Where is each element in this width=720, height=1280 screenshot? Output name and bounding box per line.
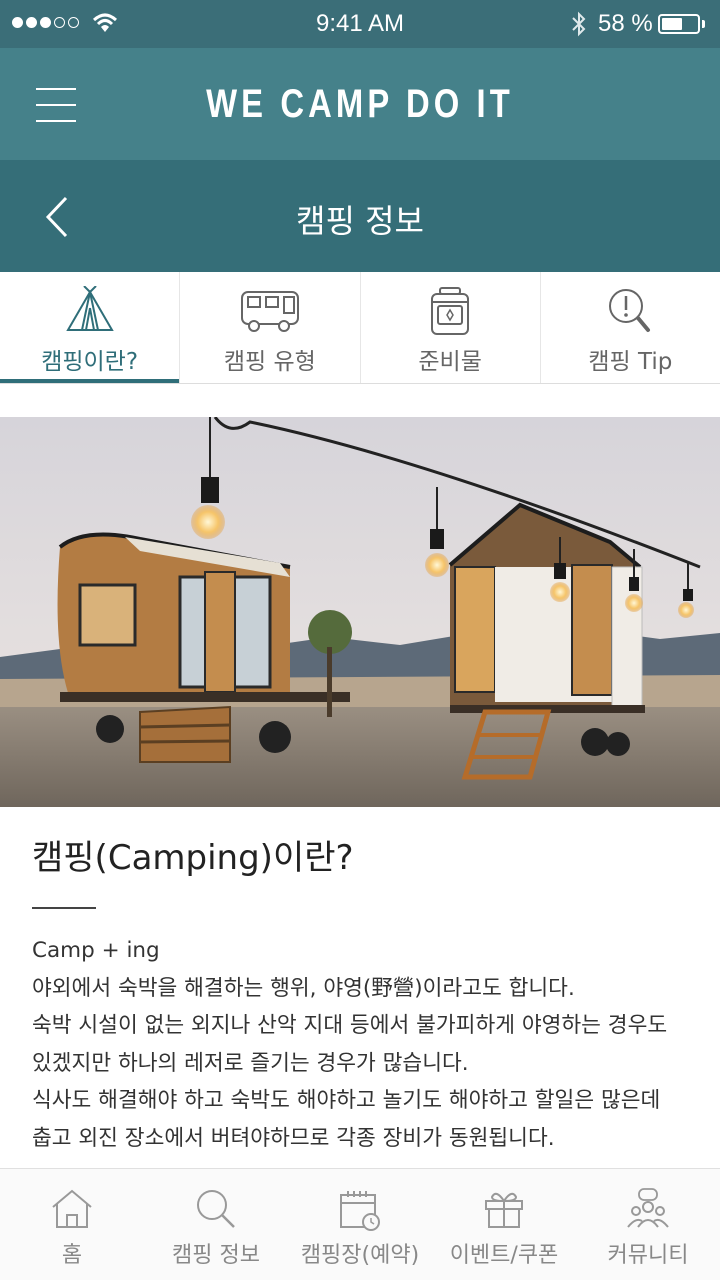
nav-item-camping-info[interactable]: 캠핑 정보 — [144, 1169, 288, 1280]
battery-tip — [702, 20, 705, 28]
battery-percent: 58 % — [598, 10, 653, 37]
tab-what-is-camping[interactable]: 캠핑이란? — [0, 272, 181, 383]
article-line: 숙박 시설이 없는 외지나 산악 지대 등에서 불가피하게 야영하는 경우도 — [32, 1013, 668, 1038]
backpack-icon — [431, 287, 470, 335]
article-body: Camp + ing 야외에서 숙박을 해결하는 행위, 야영(野營)이라고도 … — [32, 932, 692, 1157]
tab-camping-types[interactable]: 캠핑 유형 — [180, 272, 361, 383]
calendar-icon — [340, 1191, 380, 1231]
brand-title: WE CAMP DO IT — [206, 82, 514, 126]
page-title: 캠핑 정보 — [296, 202, 424, 240]
title-divider — [32, 907, 96, 909]
sub-header: 캠핑 정보 — [0, 160, 720, 272]
article-line: Camp + ing — [32, 938, 160, 963]
article-line: 춥고 외진 장소에서 버텨야하므로 각종 장비가 동원됩니다. — [32, 1125, 555, 1151]
nav-label: 캠핑장(예약) — [300, 1243, 420, 1268]
app-header: WE CAMP DO IT — [0, 48, 720, 160]
tab-label: 캠핑 Tip — [588, 349, 673, 375]
tab-camping-tip[interactable]: 캠핑 Tip — [541, 272, 720, 383]
nav-item-community[interactable]: 커뮤니티 — [576, 1169, 720, 1280]
nav-label: 캠핑 정보 — [172, 1243, 260, 1268]
community-icon — [627, 1188, 669, 1228]
tent-icon — [65, 286, 114, 331]
tab-label: 캠핑 유형 — [223, 349, 316, 375]
tip-search-icon — [609, 289, 651, 332]
article-line: 있겠지만 하나의 레저로 즐기는 경우가 많습니다. — [32, 1050, 469, 1076]
tab-label: 캠핑이란? — [41, 349, 139, 375]
tab-supplies[interactable]: 준비물 — [361, 272, 541, 383]
nav-item-campsite-booking[interactable]: 캠핑장(예약) — [288, 1169, 432, 1280]
nav-label: 커뮤니티 — [607, 1243, 689, 1268]
gift-icon — [485, 1192, 523, 1228]
hero-camping-photo — [0, 417, 720, 807]
bottom-navigation: 홈 캠핑 정보 캠핑장(예약) 이벤트/쿠폰 커뮤니티 — [0, 1168, 720, 1280]
article-line: 야외에서 숙박을 해결하는 행위, 야영(野營)이라고도 합니다. — [32, 975, 575, 1001]
nav-label: 홈 — [61, 1243, 83, 1268]
search-icon — [197, 1190, 235, 1228]
nav-label: 이벤트/쿠폰 — [449, 1243, 559, 1268]
status-bar: 9:41 AM 58 % — [0, 0, 720, 48]
camper-van-icon — [240, 291, 299, 332]
article-title: 캠핑(Camping)이란? — [32, 838, 354, 878]
tab-label: 준비물 — [418, 349, 482, 375]
article-line: 식사도 해결해야 하고 숙박도 해야하고 놀기도 해야하고 할일은 많은데 — [32, 1088, 661, 1113]
nav-item-events-coupons[interactable]: 이벤트/쿠폰 — [432, 1169, 576, 1280]
category-tabs: 캠핑이란? 캠핑 유형 준비물 캠핑 Tip — [0, 272, 720, 384]
home-icon — [52, 1189, 92, 1228]
bluetooth-icon — [572, 11, 586, 37]
battery-icon — [658, 14, 700, 34]
nav-item-home[interactable]: 홈 — [0, 1169, 144, 1280]
